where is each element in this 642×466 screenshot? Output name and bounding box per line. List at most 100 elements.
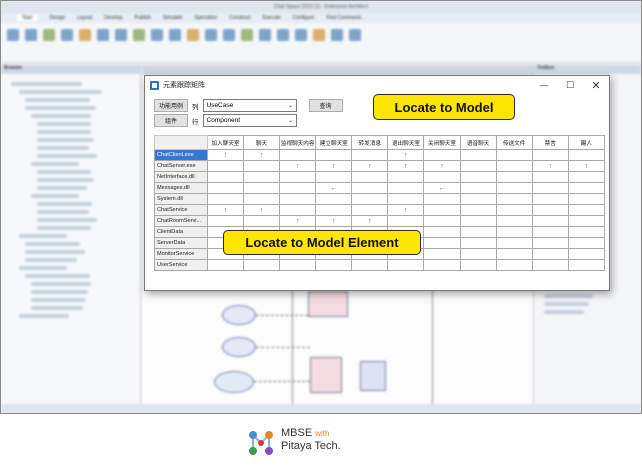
matrix-cell[interactable] <box>351 259 389 271</box>
matrix-cell[interactable] <box>495 204 533 216</box>
matrix-cell[interactable] <box>459 248 497 260</box>
matrix-cell[interactable] <box>279 171 317 183</box>
matrix-cell[interactable] <box>567 237 606 249</box>
matrix-cell[interactable] <box>459 171 497 183</box>
matrix-row-header[interactable]: UserService <box>154 259 208 271</box>
matrix-cell[interactable] <box>387 193 425 205</box>
matrix-cell[interactable] <box>567 215 606 227</box>
matrix-cell[interactable] <box>459 204 497 216</box>
matrix-cell[interactable] <box>351 149 389 161</box>
matrix-row-header[interactable]: ClientData <box>154 226 208 238</box>
matrix-cell[interactable] <box>495 248 533 260</box>
matrix-cell[interactable] <box>459 182 497 194</box>
trace-arrow-icon[interactable]: ↑ <box>531 160 569 172</box>
matrix-cell[interactable] <box>315 259 353 271</box>
matrix-cell[interactable] <box>423 193 461 205</box>
matrix-cell[interactable] <box>423 237 461 249</box>
matrix-row[interactable]: ChatServer.exe ↑ ↑ ↑ ↑ ↑ ↑ ↑ <box>154 160 606 172</box>
matrix-cell[interactable] <box>531 149 569 161</box>
trace-arrow-icon[interactable]: ↑ <box>351 215 389 227</box>
matrix-cell[interactable] <box>423 149 461 161</box>
matrix-row-header[interactable]: ChatServer.exe <box>154 160 208 172</box>
column-type-select[interactable]: UseCase ⌄ <box>202 99 297 112</box>
matrix-cell[interactable] <box>315 193 353 205</box>
trace-arrow-icon[interactable]: ↑ <box>387 149 425 161</box>
trace-arrow-icon[interactable]: ↑ <box>279 215 317 227</box>
matrix-cell[interactable] <box>495 215 533 227</box>
matrix-cell[interactable] <box>531 171 569 183</box>
matrix-cell[interactable] <box>531 248 569 260</box>
matrix-cell[interactable] <box>495 259 533 271</box>
matrix-row[interactable]: System.dll <box>154 193 606 205</box>
matrix-row[interactable]: UserService <box>154 259 606 271</box>
matrix-cell[interactable] <box>315 149 353 161</box>
trace-arrow-icon[interactable]: ↑ <box>243 204 281 216</box>
matrix-cell[interactable] <box>567 171 606 183</box>
trace-arrow-icon[interactable]: ↑ <box>279 160 317 172</box>
matrix-cell[interactable] <box>495 149 533 161</box>
matrix-cell[interactable] <box>567 204 606 216</box>
trace-arrow-icon[interactable]: ↑ <box>423 160 461 172</box>
matrix-cell[interactable] <box>279 259 317 271</box>
component-button[interactable]: 组件 <box>154 114 188 127</box>
trace-arrow-icon[interactable]: ↑ <box>351 160 389 172</box>
function-usecase-button[interactable]: 功能用例 <box>154 99 188 112</box>
matrix-row[interactable]: NetInterface.dll <box>154 171 606 183</box>
matrix-cell[interactable] <box>351 204 389 216</box>
matrix-cell[interactable] <box>495 182 533 194</box>
trace-arrow-icon[interactable]: ↑ <box>243 149 281 161</box>
trace-arrow-icon[interactable]: ↑ <box>567 160 606 172</box>
trace-arrow-icon[interactable]: ↑ <box>206 204 245 216</box>
matrix-cell[interactable] <box>279 193 317 205</box>
matrix-cell[interactable] <box>459 160 497 172</box>
matrix-cell[interactable] <box>567 248 606 260</box>
matrix-row-header[interactable]: ChatClient.exe <box>154 149 208 161</box>
matrix-cell[interactable] <box>459 193 497 205</box>
matrix-cell[interactable] <box>531 237 569 249</box>
trace-arrow-icon[interactable]: ↑ <box>206 149 245 161</box>
matrix-cell[interactable] <box>243 215 281 227</box>
matrix-cell[interactable] <box>495 237 533 249</box>
matrix-cell[interactable] <box>531 215 569 227</box>
trace-arrow-icon[interactable]: ← <box>315 182 353 194</box>
query-button[interactable]: 查询 <box>308 99 343 112</box>
maximize-icon[interactable]: ☐ <box>557 76 583 94</box>
matrix-cell[interactable] <box>206 182 245 194</box>
matrix-column-header[interactable]: 转发消息 <box>351 135 389 150</box>
matrix-row-header[interactable]: NetInterface.dll <box>154 171 208 183</box>
matrix-cell[interactable] <box>351 182 389 194</box>
trace-arrow-icon[interactable]: ↑ <box>387 204 425 216</box>
matrix-cell[interactable] <box>423 248 461 260</box>
matrix-cell[interactable] <box>459 237 497 249</box>
matrix-row[interactable]: ChatService ↑ ↑ ↑ <box>154 204 606 216</box>
matrix-cell[interactable] <box>387 182 425 194</box>
matrix-column-header[interactable]: 踢人 <box>567 135 606 150</box>
matrix-row[interactable]: Messages.dll ← ← <box>154 182 606 194</box>
row-type-select[interactable]: Component ⌄ <box>202 114 297 127</box>
matrix-cell[interactable] <box>459 259 497 271</box>
matrix-cell[interactable] <box>567 193 606 205</box>
matrix-cell[interactable] <box>279 182 317 194</box>
matrix-cell[interactable] <box>243 193 281 205</box>
matrix-row-header[interactable]: Messages.dll <box>154 182 208 194</box>
matrix-cell[interactable] <box>351 171 389 183</box>
matrix-cell[interactable] <box>243 259 281 271</box>
matrix-column-header[interactable]: 加入聊天室 <box>206 135 245 150</box>
matrix-cell[interactable] <box>495 226 533 238</box>
matrix-cell[interactable] <box>567 226 606 238</box>
matrix-cell[interactable] <box>315 171 353 183</box>
matrix-cell[interactable] <box>531 226 569 238</box>
matrix-column-header[interactable]: 建立聊天室 <box>315 135 353 150</box>
matrix-column-header[interactable]: 传送文件 <box>495 135 533 150</box>
matrix-cell[interactable] <box>423 171 461 183</box>
matrix-cell[interactable] <box>387 215 425 227</box>
matrix-cell[interactable] <box>459 215 497 227</box>
matrix-row-header[interactable]: System.dll <box>154 193 208 205</box>
matrix-cell[interactable] <box>567 149 606 161</box>
matrix-cell[interactable] <box>315 204 353 216</box>
matrix-cell[interactable] <box>387 259 425 271</box>
matrix-cell[interactable] <box>423 204 461 216</box>
matrix-cell[interactable] <box>279 204 317 216</box>
matrix-cell[interactable] <box>351 193 389 205</box>
matrix-cell[interactable] <box>531 204 569 216</box>
